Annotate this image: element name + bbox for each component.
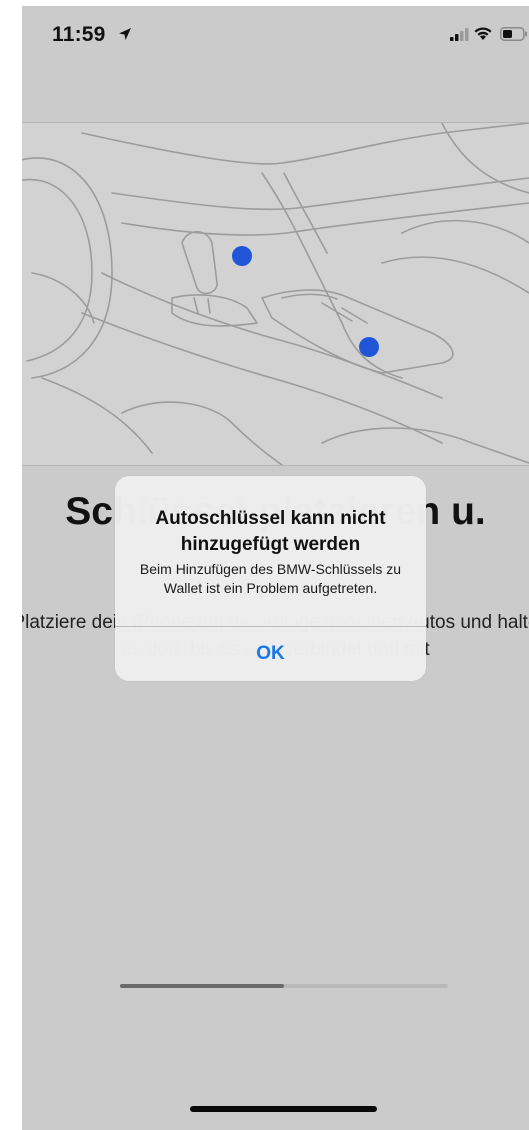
page-progress-bar	[120, 984, 448, 988]
home-indicator[interactable]	[190, 1106, 377, 1112]
alert-message: Beim Hinzufügen des BMW-Schlüssels zu Wa…	[139, 561, 402, 596]
car-interior-illustration	[22, 122, 529, 466]
status-bar: 11:59	[22, 6, 529, 66]
location-arrow-icon	[119, 28, 131, 40]
screen: 11:59 u. latziere dein Autos und halt Au…	[22, 6, 529, 1130]
page-progress-fill	[120, 984, 284, 988]
error-alert-dialog: Autoschlüssel kann nicht hinzugefügt wer…	[115, 476, 426, 681]
upper-hotspot-marker	[232, 246, 252, 266]
wifi-icon	[474, 27, 492, 40]
battery-icon	[500, 27, 527, 41]
alert-ok-button[interactable]: OK	[115, 627, 426, 681]
cellular-signal-icon	[450, 28, 469, 41]
alert-title: Autoschlüssel kann nicht hinzugefügt wer…	[155, 508, 386, 555]
lower-hotspot-marker	[359, 337, 379, 357]
status-time: 11:59	[52, 23, 106, 46]
